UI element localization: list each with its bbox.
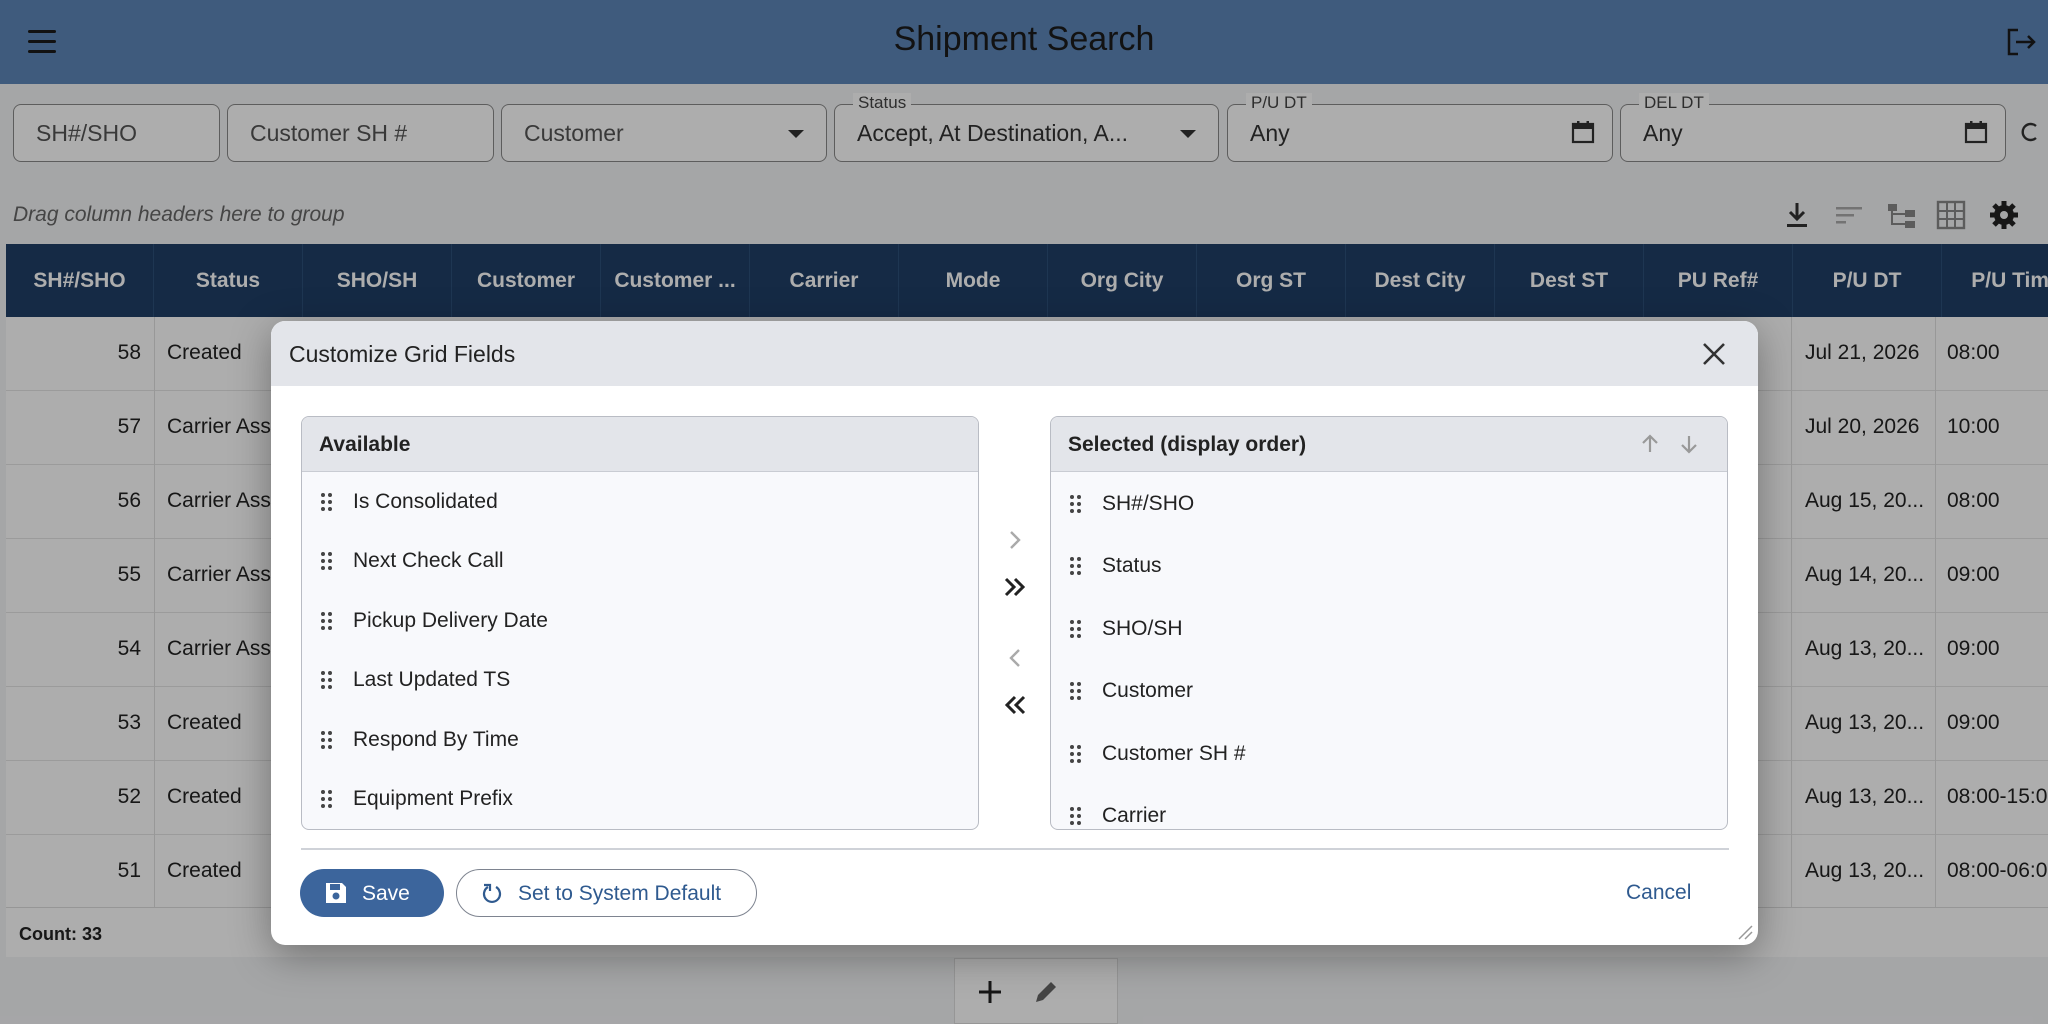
selected-field-item[interactable]: Customer SH # xyxy=(1051,727,1727,783)
drag-handle-icon[interactable] xyxy=(1070,620,1082,640)
drag-handle-icon[interactable] xyxy=(1070,557,1082,577)
available-panel-header: Available xyxy=(302,417,978,472)
reset-icon xyxy=(482,883,502,904)
drag-handle-icon[interactable] xyxy=(321,671,333,691)
available-field-item[interactable]: Last Updated TS xyxy=(302,653,978,709)
move-right-icon[interactable] xyxy=(1000,525,1030,555)
field-label: Next Check Call xyxy=(353,549,504,572)
selected-panel-title: Selected (display order) xyxy=(1068,433,1307,456)
available-fields-panel: Available Is Consolidated Next Check Cal… xyxy=(301,416,979,830)
selected-fields-panel: Selected (display order) SH#/SHO Status … xyxy=(1050,416,1728,830)
cancel-button[interactable]: Cancel xyxy=(1626,881,1691,905)
move-all-right-icon[interactable] xyxy=(1000,572,1030,602)
drag-handle-icon[interactable] xyxy=(321,552,333,572)
available-field-item[interactable]: Equipment Prefix xyxy=(302,772,978,828)
field-label: Equipment Prefix xyxy=(353,787,513,810)
resize-handle-icon[interactable] xyxy=(1737,924,1753,940)
field-label: Respond By Time xyxy=(353,728,519,751)
drag-handle-icon[interactable] xyxy=(321,790,333,810)
selected-field-item[interactable]: Carrier xyxy=(1051,789,1727,829)
field-label: Customer SH # xyxy=(1102,742,1246,765)
field-label: Carrier xyxy=(1102,804,1167,827)
available-field-item[interactable]: Is Consolidated xyxy=(302,475,978,531)
selected-panel-header: Selected (display order) xyxy=(1051,417,1727,472)
selected-field-item[interactable]: Customer xyxy=(1051,664,1727,720)
field-label: Last Updated TS xyxy=(353,668,511,691)
field-label: Pickup Delivery Date xyxy=(353,609,548,632)
field-label: SH#/SHO xyxy=(1102,492,1195,515)
drag-handle-icon[interactable] xyxy=(321,612,333,632)
drag-handle-icon[interactable] xyxy=(1070,745,1082,765)
save-button-label: Save xyxy=(362,882,410,905)
set-system-default-label: Set to System Default xyxy=(518,882,722,905)
available-field-item[interactable]: Pickup Delivery Date xyxy=(302,594,978,650)
drag-handle-icon[interactable] xyxy=(321,493,333,513)
drag-handle-icon[interactable] xyxy=(1070,807,1082,827)
field-label: Customer xyxy=(1102,679,1194,702)
arrow-down-icon[interactable] xyxy=(1678,433,1700,455)
selected-field-item[interactable]: SHO/SH xyxy=(1051,602,1727,658)
move-left-icon[interactable] xyxy=(1000,643,1030,673)
dialog-title: Customize Grid Fields xyxy=(289,341,516,367)
set-system-default-button[interactable]: Set to System Default xyxy=(456,869,757,917)
field-label: Status xyxy=(1102,554,1162,577)
close-icon[interactable] xyxy=(1701,341,1727,367)
selected-field-item[interactable]: Status xyxy=(1051,539,1727,595)
save-button[interactable]: Save xyxy=(300,869,444,917)
available-field-item[interactable]: Next Check Call xyxy=(302,534,978,590)
move-all-left-icon[interactable] xyxy=(1000,690,1030,720)
available-panel-title: Available xyxy=(319,433,411,456)
drag-handle-icon[interactable] xyxy=(321,731,333,751)
selected-field-item[interactable]: SH#/SHO xyxy=(1051,477,1727,533)
drag-handle-icon[interactable] xyxy=(1070,682,1082,702)
dialog-header: Customize Grid Fields xyxy=(271,321,1758,386)
dialog-divider xyxy=(301,848,1729,850)
drag-handle-icon[interactable] xyxy=(1070,495,1082,515)
available-field-item[interactable]: Respond By Time xyxy=(302,713,978,769)
customize-grid-dialog: Customize Grid Fields Available Is Conso… xyxy=(271,321,1758,945)
field-label: SHO/SH xyxy=(1102,617,1183,640)
field-label: Is Consolidated xyxy=(353,490,498,513)
arrow-up-icon[interactable] xyxy=(1639,433,1661,455)
floppy-disk-icon xyxy=(326,883,346,903)
